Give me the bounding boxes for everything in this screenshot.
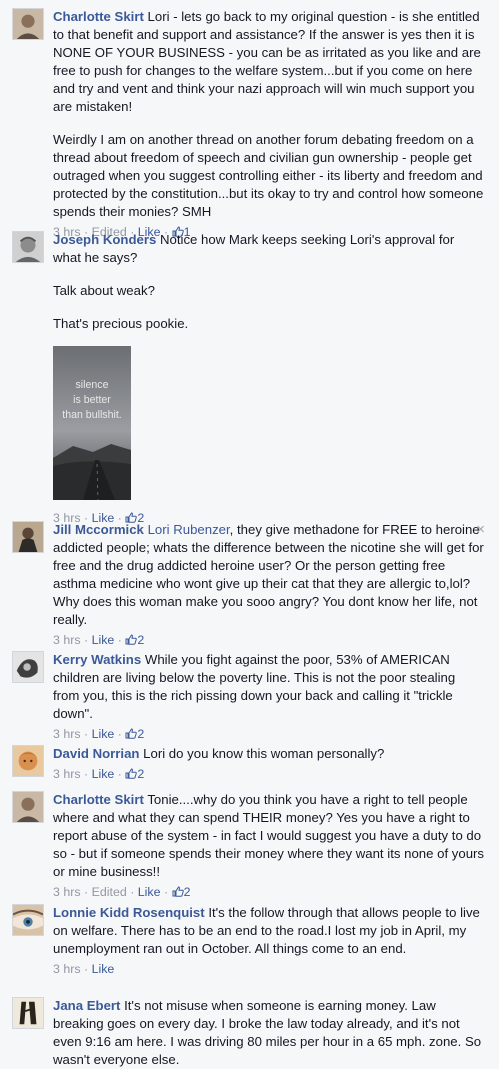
comment-author[interactable]: Kerry Watkins <box>53 652 141 667</box>
like-button[interactable]: Like <box>138 885 161 899</box>
comment-meta: 3 hrs · Like · 2 <box>53 765 485 783</box>
separator: · <box>117 727 122 741</box>
separator: · <box>117 767 122 781</box>
separator: · <box>84 727 89 741</box>
avatar[interactable] <box>12 745 44 777</box>
comment-meta: 3 hrs · Like · 2 <box>53 725 485 743</box>
like-count[interactable]: 2 <box>172 885 190 899</box>
comment-text: Talk about weak? <box>53 283 155 298</box>
comment-text: , they give methadone for FREE to heroin… <box>53 522 484 627</box>
separator: · <box>117 633 122 647</box>
like-count[interactable]: 2 <box>125 633 144 647</box>
thumbs-up-icon <box>125 634 138 645</box>
separator: · <box>130 885 135 899</box>
comment-text: Lori do you know this woman personally? <box>143 746 385 761</box>
avatar[interactable] <box>12 651 44 683</box>
comment-author[interactable]: Lonnie Kidd Rosenquist <box>53 905 205 920</box>
comment-text: Lori - lets go back to my original quest… <box>53 9 481 114</box>
photo-image <box>53 346 131 500</box>
thumbs-up-icon <box>125 728 138 739</box>
attached-photo[interactable]: silence is better than bullshit. <box>53 346 131 500</box>
separator: · <box>84 767 89 781</box>
photo-caption: silence is better than bullshit. <box>62 379 122 421</box>
comment-meta: 3 hrs · Like · 2 <box>53 631 485 649</box>
mention-link[interactable]: Lori Rubenzer <box>148 522 230 537</box>
comment-text: That's precious pookie. <box>53 316 189 331</box>
separator: · <box>84 633 89 647</box>
avatar[interactable] <box>12 231 44 263</box>
like-count[interactable]: 2 <box>125 727 144 741</box>
like-button[interactable]: Like <box>92 633 115 647</box>
comment-author[interactable]: Joseph Konders <box>53 232 156 247</box>
comment-author[interactable]: Jana Ebert <box>53 998 120 1013</box>
like-button[interactable]: Like <box>92 727 115 741</box>
timestamp[interactable]: 3 hrs <box>53 885 81 899</box>
comment-author[interactable]: Charlotte Skirt <box>53 9 144 24</box>
timestamp[interactable]: 3 hrs <box>53 727 81 741</box>
timestamp[interactable]: 3 hrs <box>53 767 81 781</box>
edited-label[interactable]: Edited <box>92 885 127 899</box>
like-button[interactable]: Like <box>92 962 115 976</box>
avatar[interactable] <box>12 521 44 553</box>
thumbs-up-icon <box>172 886 184 897</box>
like-count[interactable]: 2 <box>125 767 144 781</box>
avatar[interactable] <box>12 997 44 1029</box>
timestamp[interactable]: 3 hrs <box>53 633 81 647</box>
avatar[interactable] <box>12 8 44 40</box>
separator: · <box>163 885 169 899</box>
avatar[interactable] <box>12 791 44 823</box>
avatar[interactable] <box>12 904 44 936</box>
comment-meta: 3 hrs · Like <box>53 960 485 978</box>
comment-author[interactable]: David Norrian <box>53 746 139 761</box>
comment-author[interactable]: Charlotte Skirt <box>53 792 144 807</box>
comment-meta: 3 hrs · Edited · Like · 2 <box>53 883 485 901</box>
comment-author[interactable]: Jill Mccormick <box>53 522 144 537</box>
like-button[interactable]: Like <box>92 767 115 781</box>
timestamp[interactable]: 3 hrs <box>53 962 81 976</box>
separator: · <box>84 962 89 976</box>
comment-text: Weirdly I am on another thread on anothe… <box>53 132 484 219</box>
separator: · <box>84 885 89 899</box>
thumbs-up-icon <box>125 768 138 779</box>
